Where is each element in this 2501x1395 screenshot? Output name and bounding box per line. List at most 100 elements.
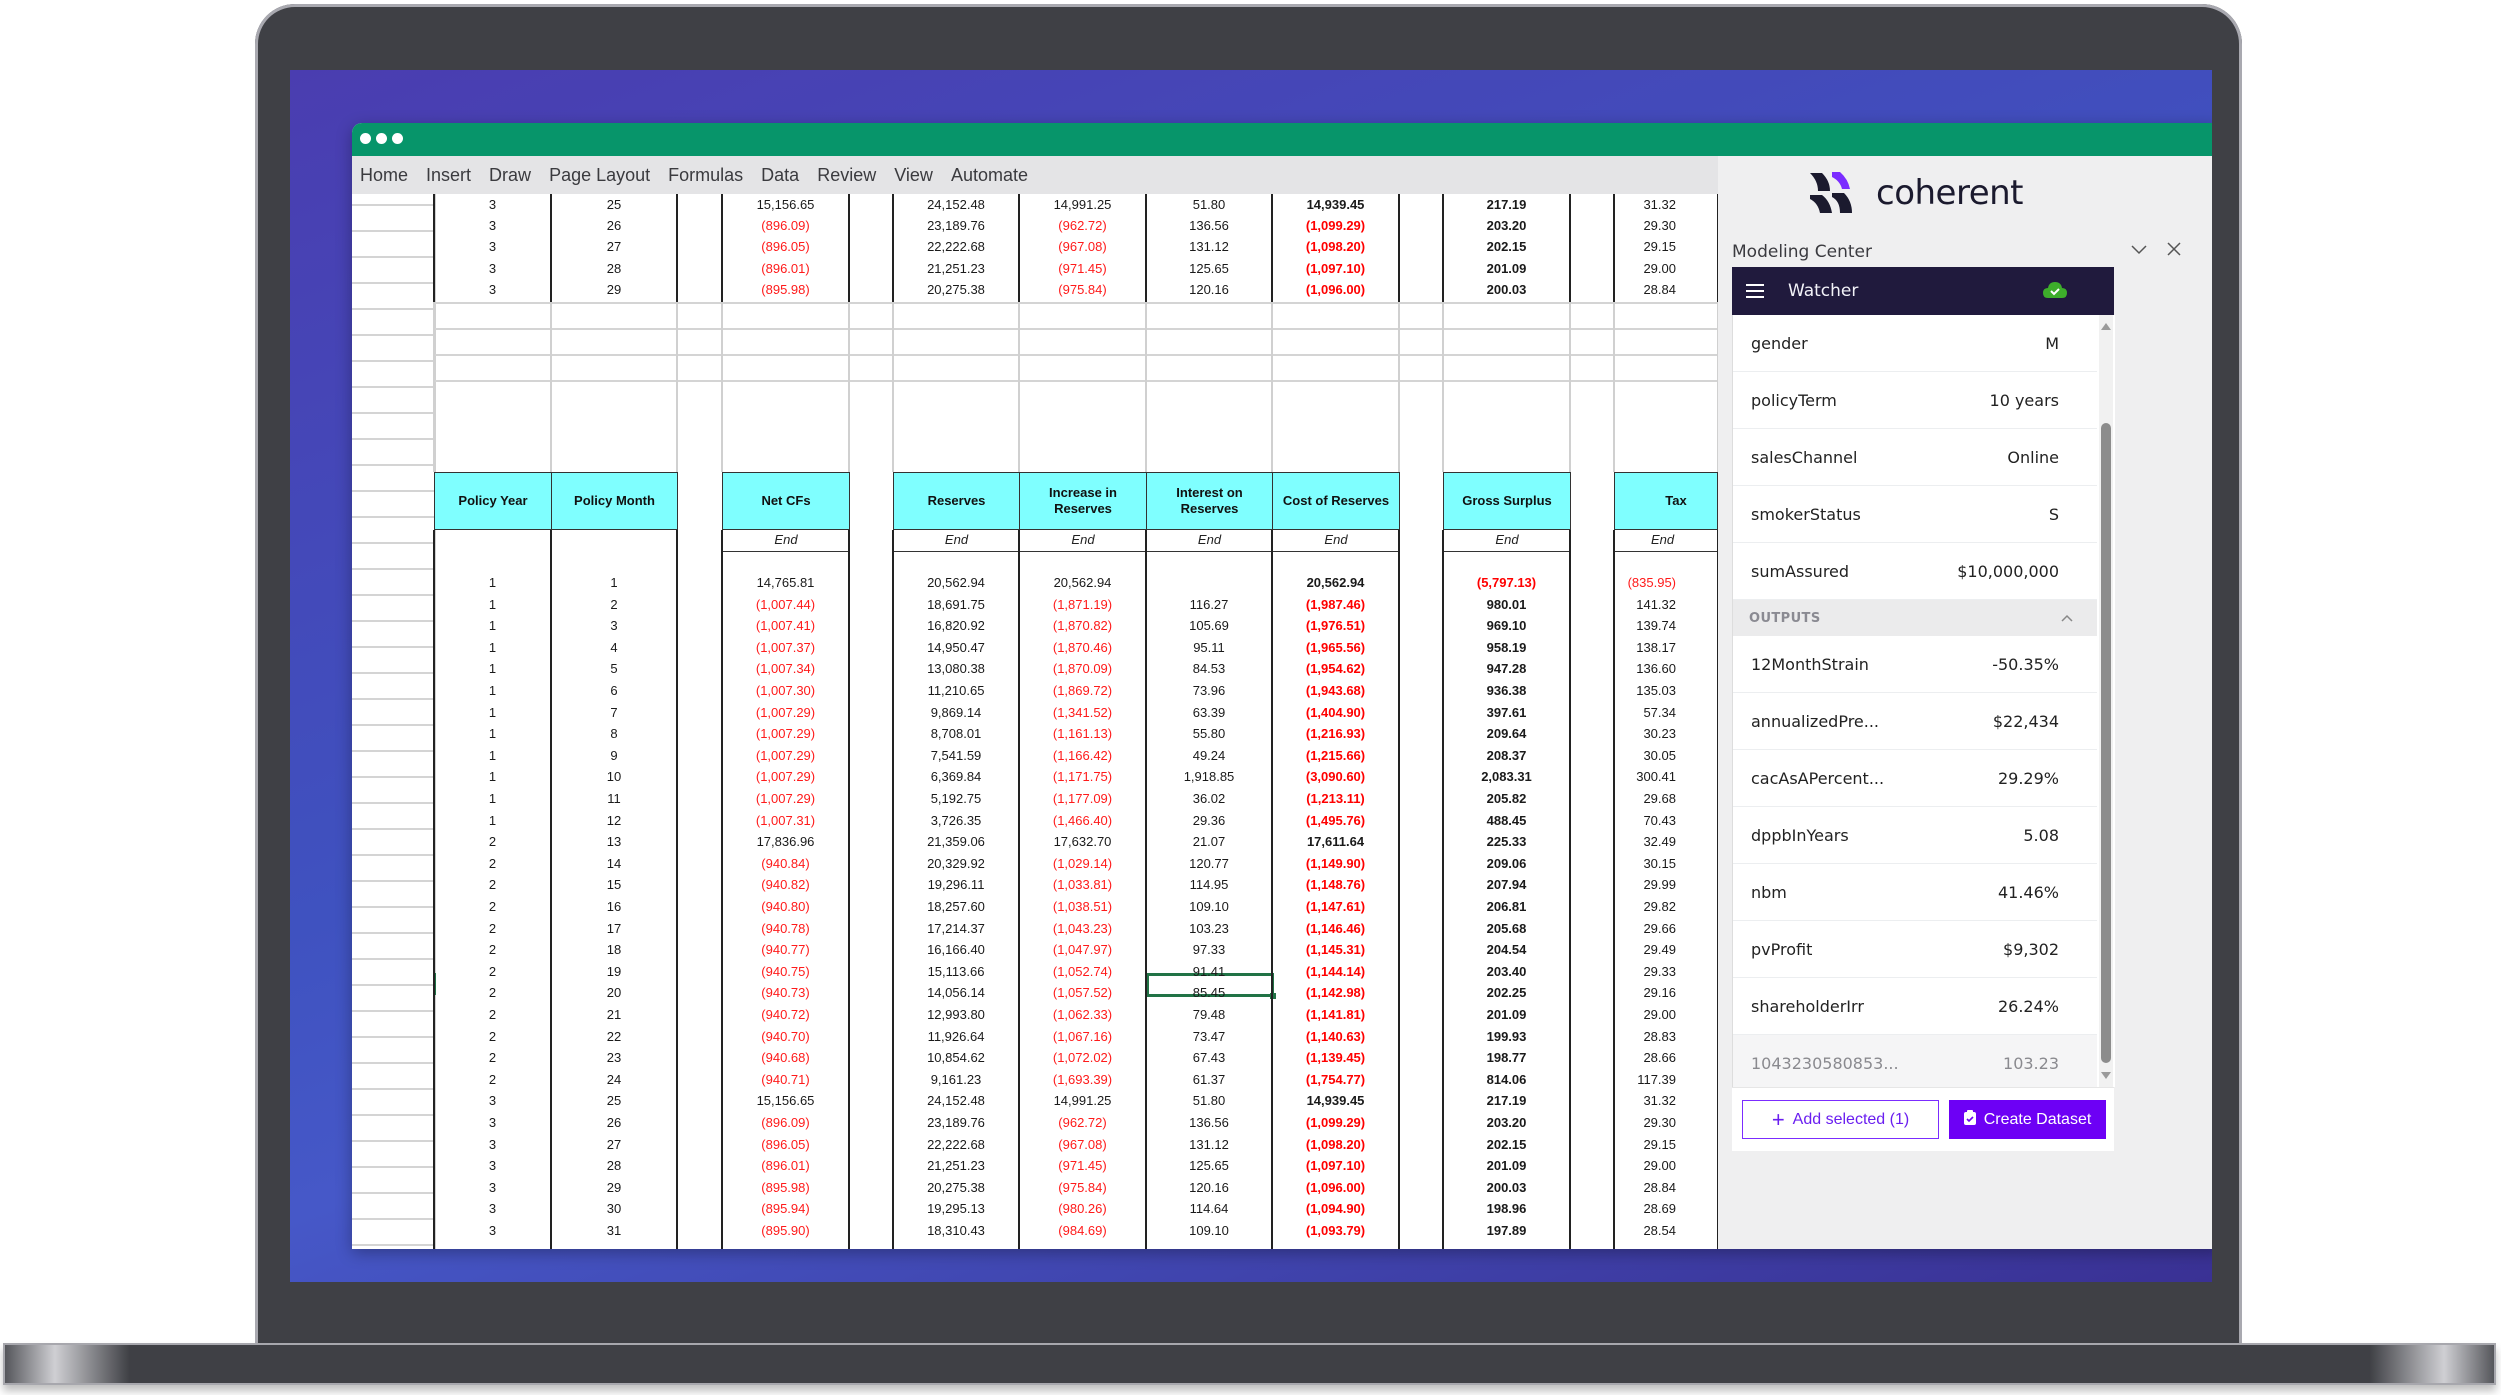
cell-interest-on-reserves[interactable]: 84.53 [1146,658,1272,679]
cell-gross-surplus[interactable]: 936.38 [1443,680,1570,701]
cell-gross-surplus[interactable]: 198.77 [1443,1047,1570,1068]
cell-gross-surplus[interactable]: 201.09 [1443,1004,1570,1025]
cell-policy-month[interactable]: 25 [551,1090,677,1111]
cell-tax[interactable]: 117.39 [1614,1069,1718,1090]
cell-policy-year[interactable]: 3 [434,1198,551,1219]
cell-cost-of-reserves[interactable]: (1,954.62) [1272,658,1399,679]
cell-cost-of-reserves[interactable]: (1,093.79) [1272,1220,1399,1241]
cell-net-cfs[interactable]: (896.09) [722,215,849,236]
cell-tax[interactable]: 29.30 [1614,1112,1718,1133]
cell-interest-on-reserves[interactable]: 61.37 [1146,1069,1272,1090]
cell-gross-surplus[interactable]: 198.96 [1443,1198,1570,1219]
cell-net-cfs[interactable]: (940.68) [722,1047,849,1068]
cell-net-cfs[interactable]: (1,007.30) [722,680,849,701]
cell-interest-on-reserves[interactable]: 120.16 [1146,1177,1272,1198]
cell-increase-in-reserves[interactable]: (971.45) [1019,258,1146,279]
cell-policy-month[interactable]: 30 [551,1198,677,1219]
cell-net-cfs[interactable]: (940.71) [722,1069,849,1090]
cell-gross-surplus[interactable]: 201.09 [1443,1155,1570,1176]
cell-reserves[interactable]: 18,310.43 [893,1220,1019,1241]
cell-policy-year[interactable]: 2 [434,1069,551,1090]
cell-cost-of-reserves[interactable]: 14,939.45 [1272,1090,1399,1111]
header-tax[interactable]: Tax [1614,472,1718,530]
cell-reserves[interactable]: 24,152.48 [893,1090,1019,1111]
cell-interest-on-reserves[interactable]: 125.65 [1146,258,1272,279]
cell-policy-year[interactable]: 1 [434,615,551,636]
cell-gross-surplus[interactable]: 203.20 [1443,1112,1570,1133]
header-gross-surplus[interactable]: Gross Surplus [1443,472,1571,530]
cell-policy-year[interactable]: 3 [434,1134,551,1155]
cell-cost-of-reserves[interactable]: 14,939.45 [1272,194,1399,215]
cell-net-cfs[interactable]: (1,007.29) [722,766,849,787]
menu-review[interactable]: Review [808,165,885,186]
cell-interest-on-reserves[interactable]: 51.80 [1146,1090,1272,1111]
cell-policy-year[interactable]: 1 [434,810,551,831]
cell-net-cfs[interactable]: (1,007.29) [722,745,849,766]
cell-net-cfs[interactable]: (940.82) [722,874,849,895]
cell-tax[interactable]: 29.15 [1614,1134,1718,1155]
cell-reserves[interactable]: 20,329.92 [893,853,1019,874]
cell-policy-month[interactable]: 27 [551,1134,677,1155]
cell-tax[interactable]: 138.17 [1614,637,1718,658]
cell-interest-on-reserves[interactable]: 55.80 [1146,723,1272,744]
cell-policy-year[interactable]: 1 [434,723,551,744]
cell-policy-year[interactable]: 1 [434,658,551,679]
header-increase-in-reserves[interactable]: Increase in Reserves [1019,472,1147,530]
menu-insert[interactable]: Insert [417,165,480,186]
output-item-12-month-strain[interactable]: 12MonthStrain -50.35% [1733,636,2097,693]
cell-policy-month[interactable]: 31 [551,1220,677,1241]
cell-interest-on-reserves[interactable]: 109.10 [1146,896,1272,917]
cell-gross-surplus[interactable]: 969.10 [1443,615,1570,636]
cell-gross-surplus[interactable]: 199.93 [1443,1026,1570,1047]
cell-reserves[interactable]: 20,275.38 [893,279,1019,300]
cell-net-cfs[interactable]: (1,007.34) [722,658,849,679]
cell-net-cfs[interactable]: (940.75) [722,961,849,982]
input-item-smoker-status[interactable]: smokerStatus S [1733,486,2097,543]
cell-reserves[interactable]: 8,708.01 [893,723,1019,744]
cell-tax[interactable]: 29.68 [1614,788,1718,809]
cell-tax[interactable]: 28.69 [1614,1198,1718,1219]
cell-policy-month[interactable]: 26 [551,1112,677,1133]
cell-policy-year[interactable]: 2 [434,853,551,874]
scrollbar[interactable] [2099,315,2113,1087]
cell-increase-in-reserves[interactable]: (1,043.23) [1019,918,1146,939]
cell-policy-month[interactable]: 14 [551,853,677,874]
cell-reserves[interactable]: 11,926.64 [893,1026,1019,1047]
cell-tax[interactable]: 28.83 [1614,1026,1718,1047]
cell-reserves[interactable]: 12,993.80 [893,1004,1019,1025]
cell-gross-surplus[interactable]: 217.19 [1443,194,1570,215]
cell-interest-on-reserves[interactable]: 120.77 [1146,853,1272,874]
menu-formulas[interactable]: Formulas [659,165,752,186]
cell-policy-year[interactable]: 1 [434,788,551,809]
output-item-pv-profit[interactable]: pvProfit $9,302 [1733,921,2097,978]
cell-tax[interactable]: 29.30 [1614,215,1718,236]
cell-policy-year[interactable]: 2 [434,982,551,1003]
scrollbar-thumb[interactable] [2101,423,2111,1063]
cell-policy-month[interactable]: 27 [551,236,677,257]
cell-policy-year[interactable]: 3 [434,236,551,257]
cell-cost-of-reserves[interactable]: (1,098.20) [1272,236,1399,257]
cell-increase-in-reserves[interactable]: (1,177.09) [1019,788,1146,809]
cell-interest-on-reserves[interactable]: 79.48 [1146,1004,1272,1025]
cell-net-cfs[interactable]: (895.98) [722,1177,849,1198]
cell-gross-surplus[interactable]: 197.89 [1443,1220,1570,1241]
cell-increase-in-reserves[interactable]: (980.26) [1019,1198,1146,1219]
cell-policy-year[interactable]: 3 [434,279,551,300]
cell-policy-month[interactable]: 8 [551,723,677,744]
cell-reserves[interactable]: 3,726.35 [893,810,1019,831]
cell-net-cfs[interactable]: (940.73) [722,982,849,1003]
cell-gross-surplus[interactable]: 202.25 [1443,982,1570,1003]
cell-tax[interactable]: 141.32 [1614,594,1718,615]
cell-gross-surplus[interactable]: 225.33 [1443,831,1570,852]
cell-policy-year[interactable]: 3 [434,1220,551,1241]
cell-cost-of-reserves[interactable]: (1,987.46) [1272,594,1399,615]
cell-gross-surplus[interactable]: 207.94 [1443,874,1570,895]
cell-interest-on-reserves[interactable]: 136.56 [1146,1112,1272,1133]
header-interest-on-reserves[interactable]: Interest on Reserves [1146,472,1273,530]
cell-policy-month[interactable]: 22 [551,1026,677,1047]
cell-interest-on-reserves[interactable]: 131.12 [1146,236,1272,257]
cell-policy-year[interactable]: 2 [434,874,551,895]
cell-gross-surplus[interactable]: 203.20 [1443,215,1570,236]
output-item-annualized-premium[interactable]: annualizedPre... $22,434 [1733,693,2097,750]
cell-reserves[interactable]: 14,950.47 [893,637,1019,658]
